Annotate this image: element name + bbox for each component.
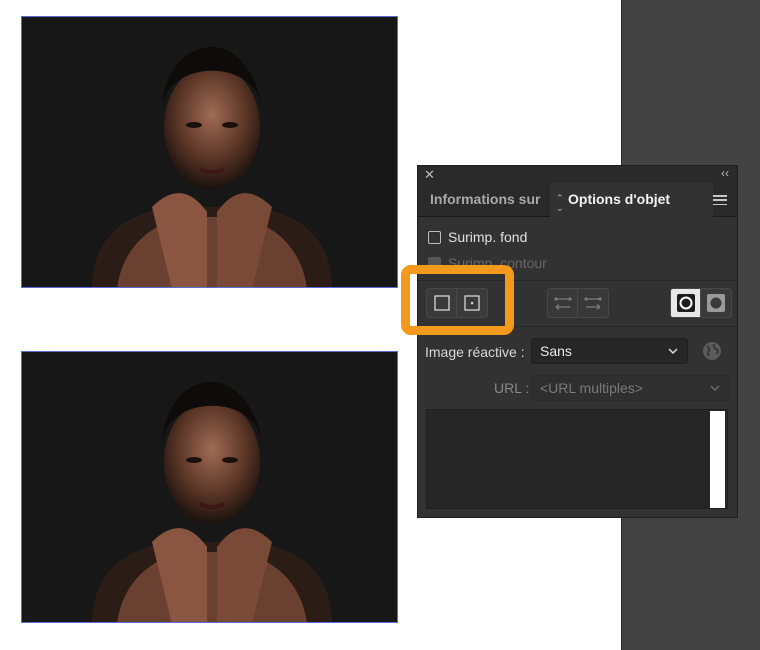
chevron-down-icon	[710, 385, 720, 392]
show-center-icon[interactable]	[457, 289, 487, 317]
url-value: <URL multiples>	[540, 380, 643, 396]
center-point-button-group	[426, 288, 488, 318]
chevron-down-icon	[668, 348, 678, 355]
overprint-stroke-label: Surimp. contour	[448, 255, 547, 271]
close-icon[interactable]: ✕	[424, 167, 435, 182]
up-down-arrows-icon: ⌃ ⌄	[556, 193, 564, 213]
image-map-value: Sans	[540, 343, 572, 359]
panel-tabs: Informations sur ⌃ ⌄ Options d'objet	[418, 183, 737, 217]
divider	[418, 280, 737, 281]
reverse-path-direction-icon	[548, 289, 578, 317]
path-direction-button-group	[547, 288, 609, 318]
tab-options-objet[interactable]: ⌃ ⌄ Options d'objet	[550, 183, 713, 217]
portrait-photo	[22, 17, 397, 287]
double-chevron-icon[interactable]: ‹‹	[721, 166, 729, 181]
hide-center-icon[interactable]	[427, 289, 457, 317]
divider	[418, 326, 737, 327]
overprint-fill-label: Surimp. fond	[448, 229, 528, 245]
notes-textarea[interactable]	[426, 409, 728, 509]
url-select: <URL multiples>	[531, 375, 730, 401]
non-zero-winding-fill-rule-icon[interactable]	[671, 289, 701, 317]
hamburger-menu-icon[interactable]	[713, 195, 727, 206]
image-map-select[interactable]: Sans	[531, 338, 688, 364]
tab-options-label: Options d'objet	[568, 191, 671, 207]
reverse-path-direction-alt-icon	[578, 289, 608, 317]
portrait-photo	[22, 352, 397, 622]
tab-informations[interactable]: Informations sur	[430, 191, 540, 207]
selected-image-bottom[interactable]	[21, 351, 398, 623]
fill-rule-button-group	[670, 288, 732, 318]
overprint-stroke-row: Surimp. contour	[428, 254, 547, 272]
globe-icon	[701, 340, 723, 362]
overprint-stroke-checkbox	[428, 256, 441, 270]
overprint-fill-checkbox[interactable]	[428, 230, 441, 244]
selected-image-top[interactable]	[21, 16, 398, 288]
attributes-panel: ✕ ‹‹ Informations sur ⌃ ⌄ Options d'objet…	[417, 165, 738, 518]
scrollbar[interactable]	[710, 411, 725, 508]
overprint-fill-row[interactable]: Surimp. fond	[428, 228, 527, 246]
image-map-label: Image réactive :	[425, 344, 525, 360]
panel-titlebar[interactable]: ✕ ‹‹	[418, 166, 737, 183]
even-odd-fill-rule-icon[interactable]	[701, 289, 731, 317]
url-label: URL :	[494, 380, 530, 396]
